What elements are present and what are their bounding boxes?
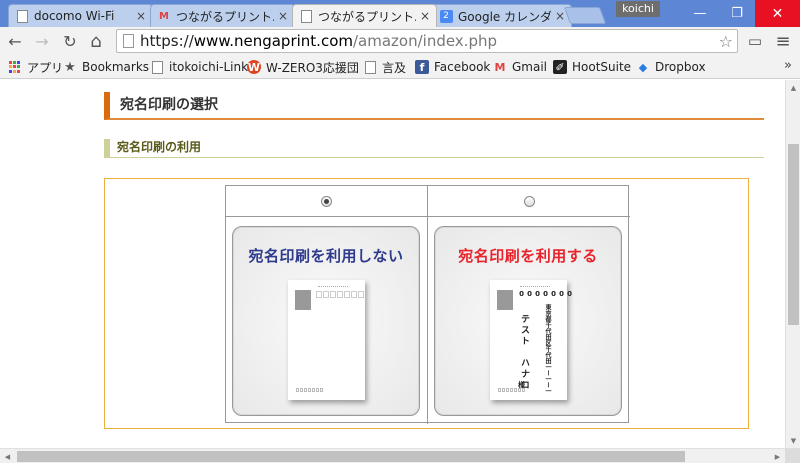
profile-badge[interactable]: koichi xyxy=(616,1,660,17)
tab-google-calendar[interactable]: 2 Google カレンダー - × xyxy=(432,4,572,27)
wzero3-icon: W xyxy=(247,60,261,74)
facebook-icon: f xyxy=(415,60,429,74)
tab-tsunagaru-print-gmail[interactable]: M つながるプリント.com × xyxy=(150,4,295,27)
zip-code: 0000000 xyxy=(519,290,572,298)
tab-close-button[interactable]: × xyxy=(278,9,288,23)
address-print-options-box: 宛名印刷を利用しない 宛名印刷を利用する 0 0 0 0 0 0 0 東京都千代… xyxy=(104,178,749,429)
chrome-menu-button[interactable]: ≡ xyxy=(772,30,794,52)
scroll-right-arrow-icon[interactable]: ▶ xyxy=(770,449,785,463)
horizontal-scrollbar[interactable]: ◀ ▶ xyxy=(0,448,785,463)
reload-button[interactable]: ↻ xyxy=(59,30,81,52)
url-text: https://www.nengaprint.com/amazon/index.… xyxy=(140,32,498,50)
tab-close-button[interactable]: × xyxy=(420,9,430,23)
bookmark-label: itokoichi-Link xyxy=(169,60,249,74)
back-button[interactable]: ← xyxy=(4,30,26,52)
scroll-down-arrow-icon[interactable]: ▼ xyxy=(786,433,800,448)
dropbox-icon: ◆ xyxy=(638,60,648,74)
new-tab-button[interactable] xyxy=(563,7,607,24)
restore-button[interactable]: ❐ xyxy=(717,0,757,27)
sample-address: 東京都千代田区千代田一ー一ー一 xyxy=(544,304,551,394)
scrollbar-corner xyxy=(785,448,800,463)
option-label: 宛名印刷を利用する xyxy=(458,247,598,265)
page-icon xyxy=(299,9,313,23)
sender-zip-boxes xyxy=(498,388,525,392)
bookmark-hootsuite[interactable]: ✐ HootSuite xyxy=(553,58,631,76)
address-bar[interactable]: https://www.nengaprint.com/amazon/index.… xyxy=(116,29,738,53)
address-print-options-table: 宛名印刷を利用しない 宛名印刷を利用する 0 0 0 0 0 0 0 東京都千代… xyxy=(225,185,630,424)
tab-strip: docomo Wi-Fi × M つながるプリント.com × つながるプリント… xyxy=(0,0,800,27)
bookmark-label: Dropbox xyxy=(655,60,706,74)
page-viewport: 宛名印刷の選択 宛名印刷の利用 宛名印刷を利用しない 宛名印刷を利用する 0 0… xyxy=(0,80,785,448)
star-icon: ★ xyxy=(64,59,76,75)
radio-cell xyxy=(428,186,630,217)
stamp-area xyxy=(295,290,311,310)
option-label: 宛名印刷を利用しない xyxy=(248,247,404,265)
tab-title: Google カレンダー - xyxy=(458,9,551,24)
option-use-address-print[interactable]: 宛名印刷を利用する 0000000 東京都千代田区千代田一ー一ー一 テスト ハナ… xyxy=(428,186,630,424)
horizontal-scroll-thumb[interactable] xyxy=(17,451,685,462)
blank-postcard-image xyxy=(288,280,365,400)
bookmark-facebook[interactable]: f Facebook xyxy=(415,58,490,76)
bookmark-apps[interactable]: アプリ xyxy=(8,58,63,76)
minimize-button[interactable]: — xyxy=(680,0,720,27)
browser-toolbar: ← → ↻ ⌂ https://www.nengaprint.com/amazo… xyxy=(0,27,800,55)
page-icon xyxy=(363,60,377,74)
bookmark-w-zero3[interactable]: W W-ZERO3応援団 xyxy=(247,58,359,76)
bookmark-label: Facebook xyxy=(434,60,491,74)
gmail-icon: M xyxy=(159,10,169,22)
page-info-icon[interactable] xyxy=(123,34,134,48)
page-icon xyxy=(150,60,164,74)
option-card[interactable]: 宛名印刷を利用する 0000000 東京都千代田区千代田一ー一ー一 テスト ハナ… xyxy=(434,226,622,416)
bookmark-star-icon[interactable]: ☆ xyxy=(719,32,733,51)
tab-title: つながるプリント.com xyxy=(176,9,274,24)
bookmark-dropbox[interactable]: ◆ Dropbox xyxy=(636,58,706,76)
vertical-scroll-thumb[interactable] xyxy=(788,144,799,325)
apps-icon xyxy=(8,60,22,74)
bookmark-itokoichi-link[interactable]: itokoichi-Link xyxy=(150,58,248,76)
zip-boxes xyxy=(316,291,364,298)
bookmark-label: Bookmarks xyxy=(82,60,150,74)
bookmark-label: 言及 xyxy=(382,60,407,75)
tab-title: つながるプリント.com xyxy=(318,9,416,24)
tab-close-button[interactable]: × xyxy=(555,9,565,23)
sender-zip-boxes xyxy=(296,388,323,392)
bookmark-label: HootSuite xyxy=(572,60,632,74)
bookmark-label: W-ZERO3応援団 xyxy=(266,60,359,75)
radio-use-address-print[interactable] xyxy=(523,195,535,207)
tab-title: docomo Wi-Fi xyxy=(34,9,115,23)
bookmark-bookmarks[interactable]: ★ Bookmarks xyxy=(63,58,149,76)
option-card[interactable]: 宛名印刷を利用しない xyxy=(232,226,420,416)
gmail-icon: M xyxy=(494,60,506,74)
close-window-button[interactable]: ✕ xyxy=(755,0,800,27)
bookmark-label: Gmail xyxy=(512,60,548,74)
tab-close-button[interactable]: × xyxy=(136,9,146,23)
stamp-area xyxy=(497,290,513,310)
bookmarks-overflow-button[interactable]: » xyxy=(784,58,792,73)
subsection-heading: 宛名印刷の利用 xyxy=(104,139,764,158)
section-heading: 宛名印刷の選択 xyxy=(104,92,764,120)
sample-postcard-image: 0000000 東京都千代田区千代田一ー一ー一 テスト ハナコ 様 xyxy=(490,280,572,400)
radio-cell xyxy=(226,186,427,217)
bookmark-genkyu[interactable]: 言及 xyxy=(363,58,406,76)
tab-tsunagaru-print-active[interactable]: つながるプリント.com × xyxy=(292,4,437,27)
radio-no-address-print[interactable] xyxy=(321,195,332,207)
scroll-left-arrow-icon[interactable]: ◀ xyxy=(0,449,15,463)
bookmark-gmail[interactable]: M Gmail xyxy=(493,58,548,76)
home-button[interactable]: ⌂ xyxy=(85,30,107,52)
tab-docomo-wifi[interactable]: docomo Wi-Fi × xyxy=(8,4,153,27)
page-icon xyxy=(15,9,29,23)
forward-button[interactable]: → xyxy=(31,30,53,52)
calendar-icon: 2 xyxy=(439,9,453,23)
scroll-up-arrow-icon[interactable]: ▲ xyxy=(786,80,800,95)
bookmark-label: アプリ xyxy=(27,60,64,75)
option-no-address-print[interactable]: 宛名印刷を利用しない xyxy=(226,186,428,424)
bookmarks-bar: アプリ ★ Bookmarks itokoichi-Link W W-ZERO3… xyxy=(0,55,800,79)
cast-icon[interactable]: ▭ xyxy=(744,30,766,52)
hootsuite-icon: ✐ xyxy=(553,60,567,74)
vertical-scrollbar[interactable]: ▲ ▼ xyxy=(785,80,800,448)
